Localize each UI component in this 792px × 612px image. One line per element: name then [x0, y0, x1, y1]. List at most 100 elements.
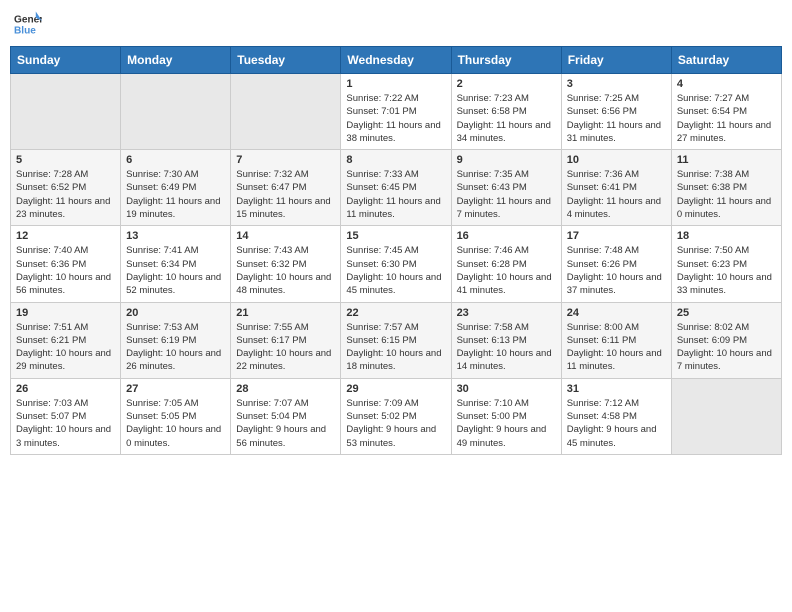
weekday-header-tuesday: Tuesday: [231, 47, 341, 74]
calendar-cell: 7 Sunrise: 7:32 AMSunset: 6:47 PMDaylight…: [231, 150, 341, 226]
calendar-cell: 13 Sunrise: 7:41 AMSunset: 6:34 PMDayligh…: [121, 226, 231, 302]
day-number: 15: [346, 230, 445, 242]
calendar-cell: 30 Sunrise: 7:10 AMSunset: 5:00 PMDayligh…: [451, 378, 561, 454]
calendar-cell: 14Sunrise: 7:43 AMSunset: 6:32 PMDayligh…: [231, 226, 341, 302]
calendar-cell: 21 Sunrise: 7:55 AMSunset: 6:17 PMDayligh…: [231, 302, 341, 378]
day-info: Sunrise: 7:09 AMSunset: 5:02 PMDaylight:…: [346, 397, 445, 450]
calendar-cell: 29 Sunrise: 7:09 AMSunset: 5:02 PMDayligh…: [341, 378, 451, 454]
calendar-cell: 24 Sunrise: 8:00 AMSunset: 6:11 PMDayligh…: [561, 302, 671, 378]
day-info: Sunrise: 7:25 AMSunset: 6:56 PMDaylight:…: [567, 92, 666, 145]
day-info: Sunrise: 7:22 AMSunset: 7:01 PMDaylight:…: [346, 92, 445, 145]
weekday-header-thursday: Thursday: [451, 47, 561, 74]
day-info: Sunrise: 7:43 AMSunset: 6:32 PMDaylight:…: [236, 244, 335, 297]
day-number: 20: [126, 307, 225, 319]
calendar-cell: 26 Sunrise: 7:03 AMSunset: 5:07 PMDayligh…: [11, 378, 121, 454]
day-info: Sunrise: 7:40 AMSunset: 6:36 PMDaylight:…: [16, 244, 115, 297]
day-number: 1: [346, 78, 445, 90]
weekday-header-friday: Friday: [561, 47, 671, 74]
page-header: General Blue: [10, 10, 782, 38]
calendar-cell: 10Sunrise: 7:36 AMSunset: 6:41 PMDayligh…: [561, 150, 671, 226]
day-info: Sunrise: 7:36 AMSunset: 6:41 PMDaylight:…: [567, 168, 666, 221]
calendar-cell: 17Sunrise: 7:48 AMSunset: 6:26 PMDayligh…: [561, 226, 671, 302]
day-info: Sunrise: 7:45 AMSunset: 6:30 PMDaylight:…: [346, 244, 445, 297]
day-number: 9: [457, 154, 556, 166]
day-number: 13: [126, 230, 225, 242]
day-info: Sunrise: 8:02 AMSunset: 6:09 PMDaylight:…: [677, 321, 776, 374]
calendar-week-row: 1 Sunrise: 7:22 AMSunset: 7:01 PMDaylight…: [11, 74, 782, 150]
day-info: Sunrise: 7:41 AMSunset: 6:34 PMDaylight:…: [126, 244, 225, 297]
calendar-cell: [231, 74, 341, 150]
day-number: 27: [126, 383, 225, 395]
weekday-header-wednesday: Wednesday: [341, 47, 451, 74]
day-number: 30: [457, 383, 556, 395]
logo-icon: General Blue: [14, 10, 42, 38]
day-info: Sunrise: 7:32 AMSunset: 6:47 PMDaylight:…: [236, 168, 335, 221]
day-number: 2: [457, 78, 556, 90]
calendar-week-row: 26 Sunrise: 7:03 AMSunset: 5:07 PMDayligh…: [11, 378, 782, 454]
calendar-cell: 5 Sunrise: 7:28 AMSunset: 6:52 PMDaylight…: [11, 150, 121, 226]
day-info: Sunrise: 8:00 AMSunset: 6:11 PMDaylight:…: [567, 321, 666, 374]
day-info: Sunrise: 7:03 AMSunset: 5:07 PMDaylight:…: [16, 397, 115, 450]
weekday-header-saturday: Saturday: [671, 47, 781, 74]
calendar-header-row: SundayMondayTuesdayWednesdayThursdayFrid…: [11, 47, 782, 74]
calendar-cell: 11Sunrise: 7:38 AMSunset: 6:38 PMDayligh…: [671, 150, 781, 226]
calendar-cell: 20 Sunrise: 7:53 AMSunset: 6:19 PMDayligh…: [121, 302, 231, 378]
day-number: 3: [567, 78, 666, 90]
day-number: 21: [236, 307, 335, 319]
calendar-cell: 18 Sunrise: 7:50 AMSunset: 6:23 PMDayligh…: [671, 226, 781, 302]
day-number: 6: [126, 154, 225, 166]
day-number: 22: [346, 307, 445, 319]
day-info: Sunrise: 7:55 AMSunset: 6:17 PMDaylight:…: [236, 321, 335, 374]
calendar-cell: 4 Sunrise: 7:27 AMSunset: 6:54 PMDaylight…: [671, 74, 781, 150]
calendar-week-row: 5 Sunrise: 7:28 AMSunset: 6:52 PMDaylight…: [11, 150, 782, 226]
calendar-table: SundayMondayTuesdayWednesdayThursdayFrid…: [10, 46, 782, 455]
day-number: 28: [236, 383, 335, 395]
day-info: Sunrise: 7:53 AMSunset: 6:19 PMDaylight:…: [126, 321, 225, 374]
calendar-cell: 1 Sunrise: 7:22 AMSunset: 7:01 PMDaylight…: [341, 74, 451, 150]
day-info: Sunrise: 7:50 AMSunset: 6:23 PMDaylight:…: [677, 244, 776, 297]
day-number: 11: [677, 154, 776, 166]
day-number: 25: [677, 307, 776, 319]
calendar-cell: 12Sunrise: 7:40 AMSunset: 6:36 PMDayligh…: [11, 226, 121, 302]
day-number: 17: [567, 230, 666, 242]
day-number: 18: [677, 230, 776, 242]
day-info: Sunrise: 7:33 AMSunset: 6:45 PMDaylight:…: [346, 168, 445, 221]
day-number: 23: [457, 307, 556, 319]
calendar-cell: 9 Sunrise: 7:35 AMSunset: 6:43 PMDaylight…: [451, 150, 561, 226]
calendar-cell: [11, 74, 121, 150]
day-number: 4: [677, 78, 776, 90]
day-number: 24: [567, 307, 666, 319]
day-info: Sunrise: 7:30 AMSunset: 6:49 PMDaylight:…: [126, 168, 225, 221]
day-number: 26: [16, 383, 115, 395]
day-info: Sunrise: 7:28 AMSunset: 6:52 PMDaylight:…: [16, 168, 115, 221]
day-info: Sunrise: 7:07 AMSunset: 5:04 PMDaylight:…: [236, 397, 335, 450]
day-info: Sunrise: 7:51 AMSunset: 6:21 PMDaylight:…: [16, 321, 115, 374]
day-info: Sunrise: 7:46 AMSunset: 6:28 PMDaylight:…: [457, 244, 556, 297]
calendar-cell: 3 Sunrise: 7:25 AMSunset: 6:56 PMDaylight…: [561, 74, 671, 150]
day-number: 19: [16, 307, 115, 319]
day-number: 8: [346, 154, 445, 166]
calendar-cell: 31 Sunrise: 7:12 AMSunset: 4:58 PMDayligh…: [561, 378, 671, 454]
calendar-cell: 22Sunrise: 7:57 AMSunset: 6:15 PMDayligh…: [341, 302, 451, 378]
calendar-week-row: 19 Sunrise: 7:51 AMSunset: 6:21 PMDayligh…: [11, 302, 782, 378]
day-info: Sunrise: 7:27 AMSunset: 6:54 PMDaylight:…: [677, 92, 776, 145]
weekday-header-monday: Monday: [121, 47, 231, 74]
calendar-cell: 15 Sunrise: 7:45 AMSunset: 6:30 PMDayligh…: [341, 226, 451, 302]
calendar-week-row: 12Sunrise: 7:40 AMSunset: 6:36 PMDayligh…: [11, 226, 782, 302]
calendar-cell: 23 Sunrise: 7:58 AMSunset: 6:13 PMDayligh…: [451, 302, 561, 378]
day-info: Sunrise: 7:10 AMSunset: 5:00 PMDaylight:…: [457, 397, 556, 450]
calendar-cell: 25 Sunrise: 8:02 AMSunset: 6:09 PMDayligh…: [671, 302, 781, 378]
day-number: 31: [567, 383, 666, 395]
day-info: Sunrise: 7:58 AMSunset: 6:13 PMDaylight:…: [457, 321, 556, 374]
day-number: 16: [457, 230, 556, 242]
calendar-cell: 28 Sunrise: 7:07 AMSunset: 5:04 PMDayligh…: [231, 378, 341, 454]
day-number: 7: [236, 154, 335, 166]
day-info: Sunrise: 7:12 AMSunset: 4:58 PMDaylight:…: [567, 397, 666, 450]
day-number: 29: [346, 383, 445, 395]
calendar-cell: [121, 74, 231, 150]
calendar-cell: 19 Sunrise: 7:51 AMSunset: 6:21 PMDayligh…: [11, 302, 121, 378]
day-number: 5: [16, 154, 115, 166]
day-info: Sunrise: 7:35 AMSunset: 6:43 PMDaylight:…: [457, 168, 556, 221]
weekday-header-sunday: Sunday: [11, 47, 121, 74]
calendar-cell: 27Sunrise: 7:05 AMSunset: 5:05 PMDayligh…: [121, 378, 231, 454]
